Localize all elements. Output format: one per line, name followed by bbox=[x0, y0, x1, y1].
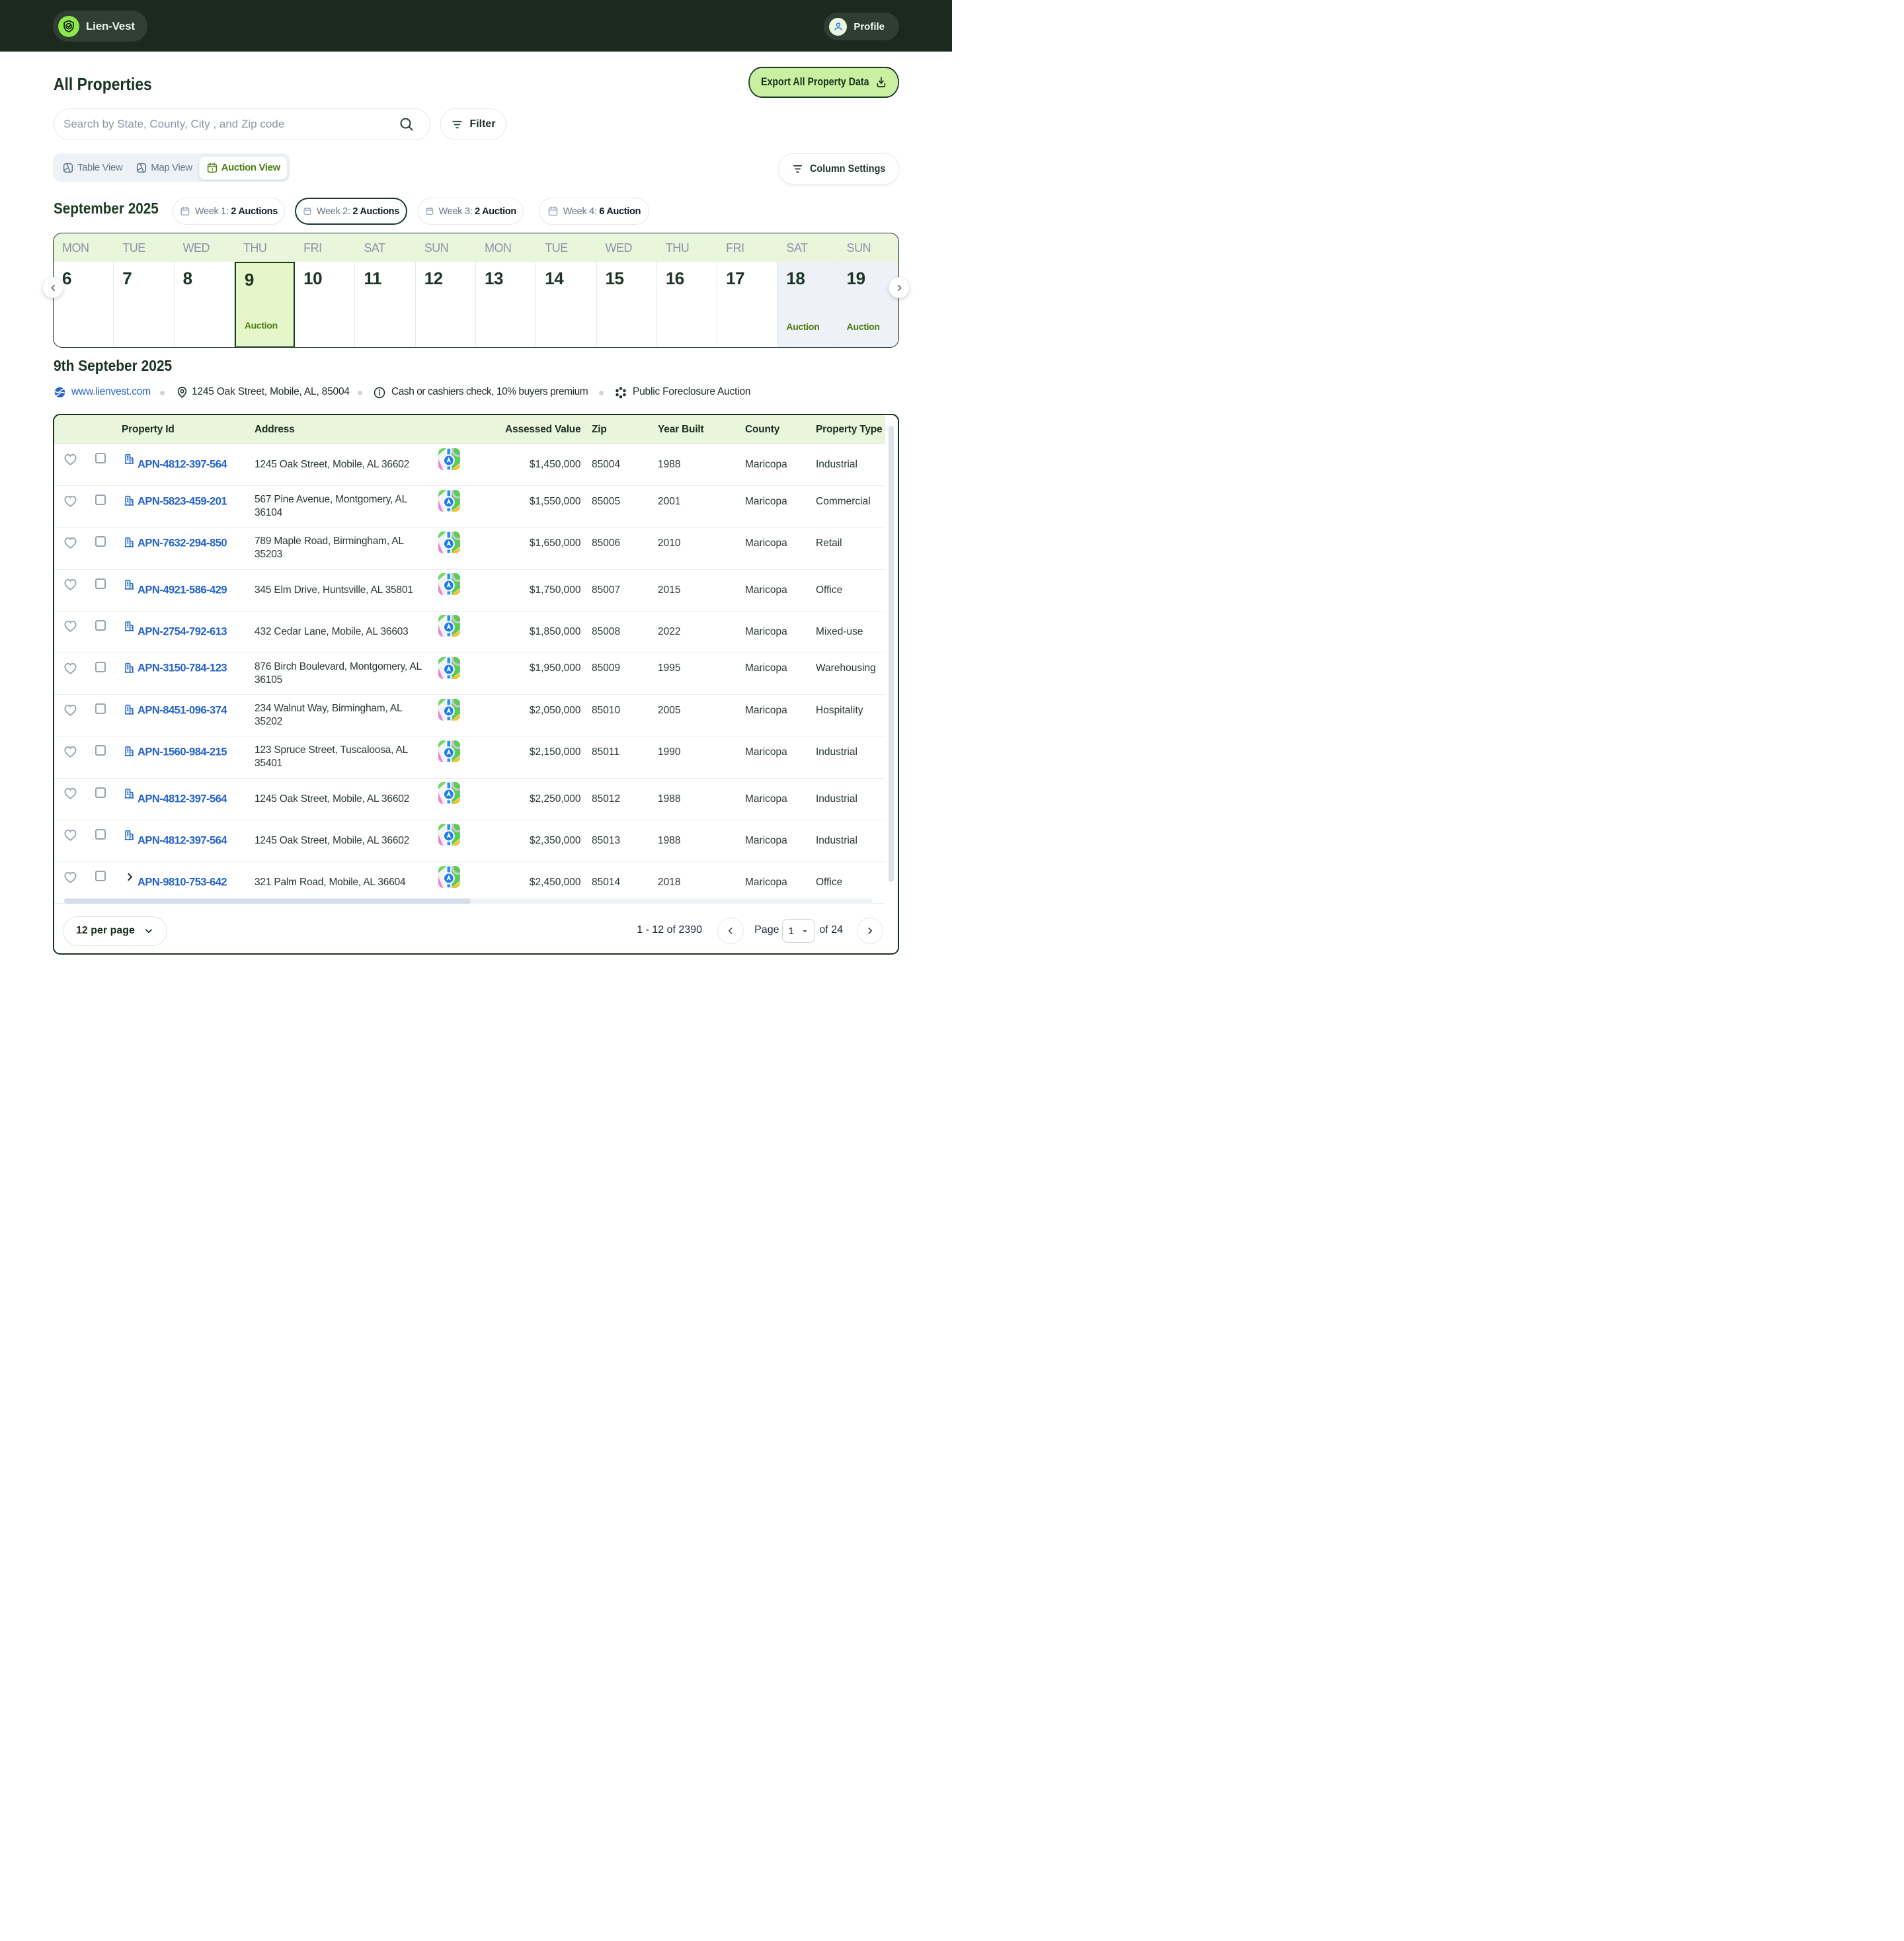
svg-text:1: 1 bbox=[211, 168, 214, 172]
